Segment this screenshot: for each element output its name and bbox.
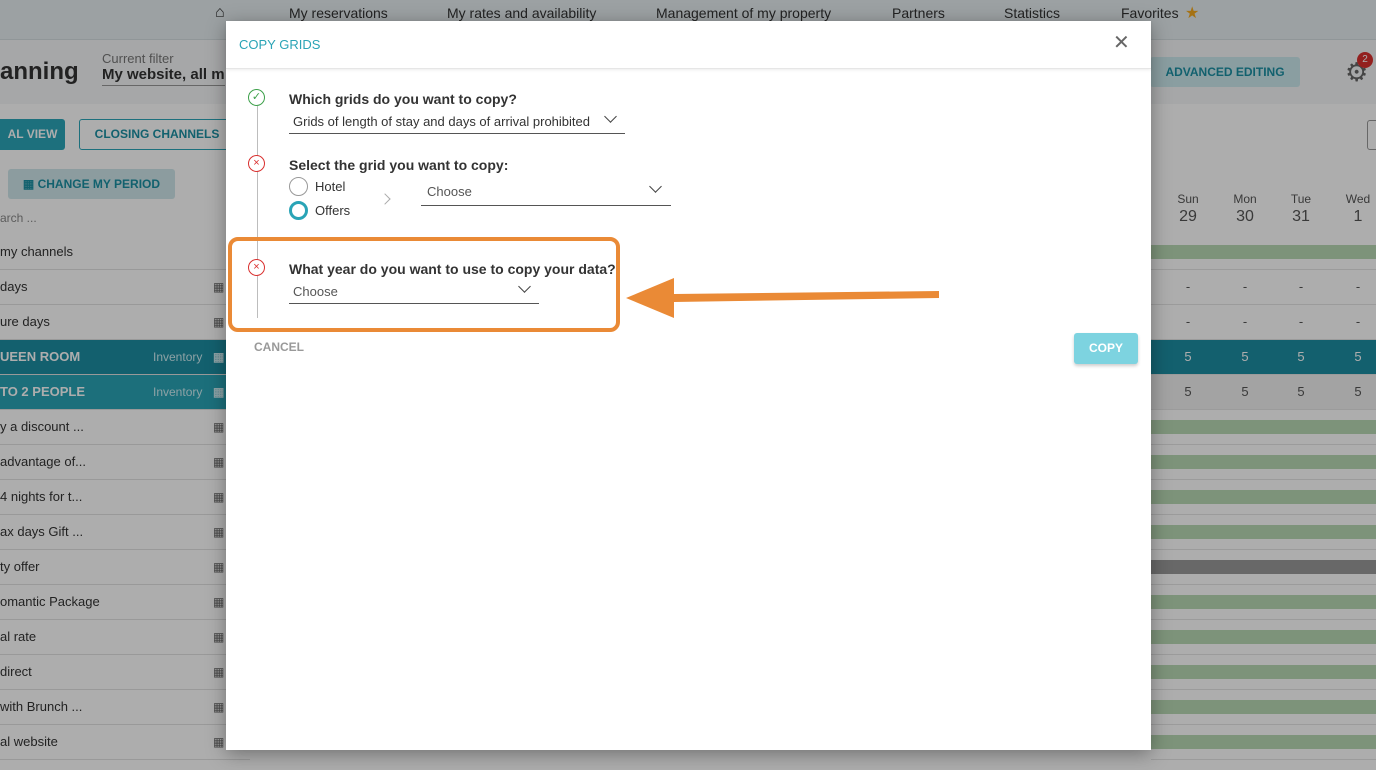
annotation-arrow [626,278,939,318]
arrow-shape [626,278,939,318]
radio-offers[interactable] [289,201,308,220]
grids-type-value: Grids of length of stay and days of arri… [293,114,590,129]
step1-label: Which grids do you want to copy? [289,91,517,107]
chevron-down-icon [649,180,662,193]
dialog-title: COPY GRIDS [239,37,321,52]
step3-label: What year do you want to use to copy you… [289,261,616,277]
grid-select-value: Choose [427,184,472,199]
chevron-down-icon [604,110,617,123]
error-circle-icon: × [248,259,265,276]
cancel-button[interactable]: CANCEL [254,340,304,354]
copy-button[interactable]: COPY [1074,333,1138,364]
chevron-right-icon [379,193,391,205]
check-circle-icon: ✓ [248,89,265,106]
radio-hotel-label: Hotel [315,179,346,194]
year-select[interactable]: Choose [289,280,539,304]
dialog-header: COPY GRIDS ✕ [226,21,1151,69]
grids-type-select[interactable]: Grids of length of stay and days of arri… [289,110,625,134]
app-window: ⌂ My reservations My rates and availabil… [0,0,1376,770]
error-circle-icon: × [248,155,265,172]
step2-label: Select the grid you want to copy: [289,157,509,173]
close-icon[interactable]: ✕ [1113,33,1130,53]
copy-grids-dialog: COPY GRIDS ✕ ✓ Which grids do you want t… [226,21,1151,750]
grid-select[interactable]: Choose [421,180,671,206]
radio-hotel[interactable] [289,177,308,196]
radio-offers-label: Offers [315,203,351,218]
year-select-value: Choose [293,284,338,299]
